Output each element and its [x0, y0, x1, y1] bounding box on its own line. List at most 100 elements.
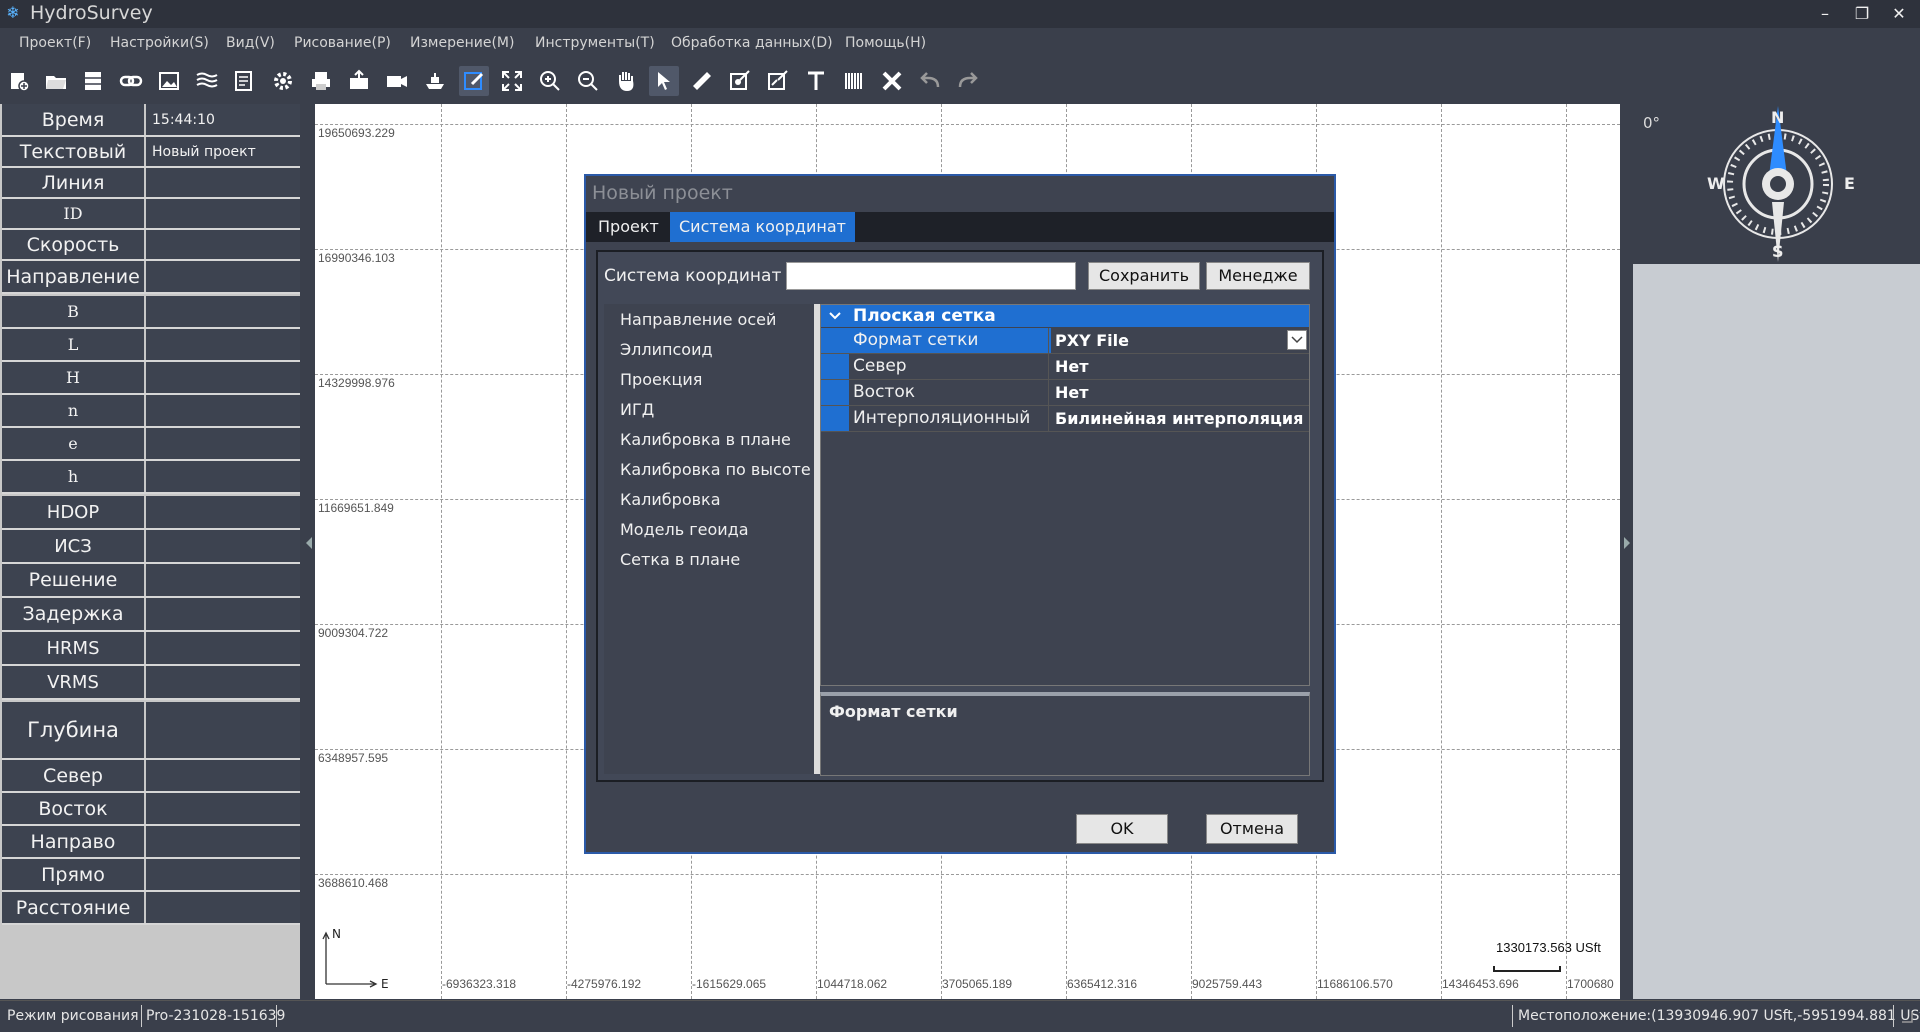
chevron-down-icon [829, 312, 841, 320]
redo-icon[interactable] [953, 66, 983, 96]
menu-bar: Проект(F) Настройки(S) Вид(V) Рисование(… [0, 30, 1920, 58]
compass-panel: 0° N S E W [1633, 104, 1920, 999]
menu-project[interactable]: Проект(F) [19, 35, 91, 51]
edit-lines-icon[interactable] [763, 66, 793, 96]
database-icon[interactable] [78, 66, 108, 96]
resize-grip-icon[interactable] [1898, 1008, 1914, 1024]
property-value[interactable]: Нет [1051, 354, 1309, 379]
chevron-left-icon [306, 537, 312, 549]
delete-icon[interactable] [877, 66, 907, 96]
tree-item-projection[interactable]: Проекция [620, 370, 702, 389]
tree-item-horizontal-calibration[interactable]: Калибровка в плане [620, 430, 791, 449]
menu-help[interactable]: Помощь(H) [845, 35, 926, 51]
property-name: Восток [849, 380, 1049, 405]
property-group-header[interactable]: Плоская сетка [821, 305, 1309, 327]
property-value[interactable]: Билинейная интерполяция [1051, 406, 1309, 431]
info-row-l: L [2, 329, 300, 362]
info-row-north: Север [2, 760, 300, 793]
open-folder-icon[interactable] [41, 66, 71, 96]
info-row-id: ID [2, 199, 300, 230]
new-project-dialog: Новый проект Проект Система координат Си… [584, 174, 1336, 854]
property-value[interactable]: Нет [1051, 380, 1309, 405]
tree-item-datum[interactable]: ИГД [620, 400, 654, 419]
scale-bar [1493, 966, 1561, 972]
tree-item-vertical-calibration[interactable]: Калибровка по высоте [620, 460, 811, 479]
info-row-speed: Скорость [2, 230, 300, 261]
app-title: HydroSurvey [30, 2, 153, 24]
info-row-h-upper: H [2, 362, 300, 395]
tree-item-calibration[interactable]: Калибровка [620, 490, 721, 509]
link-icon[interactable] [116, 66, 146, 96]
axis-north-label: N [332, 927, 341, 941]
tab-coordinate-system[interactable]: Система координат [670, 212, 855, 242]
property-name: Север [849, 354, 1049, 379]
x-axis-label: 3705065.189 [942, 977, 1013, 991]
property-row[interactable]: Север Нет [821, 354, 1309, 380]
coordinate-system-panel: Система координат Сохранить Менедже Напр… [596, 250, 1324, 782]
image-icon[interactable] [154, 66, 184, 96]
menu-settings[interactable]: Настройки(S) [110, 35, 209, 51]
text-icon[interactable] [801, 66, 831, 96]
new-file-icon[interactable] [4, 66, 34, 96]
camera-icon[interactable] [382, 66, 412, 96]
y-axis-label: 16990346.103 [318, 251, 395, 265]
toolbar [0, 60, 1920, 104]
tab-project[interactable]: Проект [590, 212, 667, 242]
manager-button[interactable]: Менедже [1206, 262, 1310, 290]
ok-button[interactable]: OK [1076, 814, 1168, 844]
info-row-depth: Глубина [2, 702, 300, 760]
menu-tools[interactable]: Инструменты(T) [535, 35, 655, 51]
tree-item-ellipsoid[interactable]: Эллипсоид [620, 340, 713, 359]
barcode-icon[interactable] [839, 66, 869, 96]
tree-item-axis-direction[interactable]: Направление осей [620, 310, 776, 329]
x-axis-label: 14346453.696 [1442, 977, 1519, 991]
left-panel-toggle[interactable] [302, 104, 315, 999]
x-axis-label: 9025759.443 [1192, 977, 1263, 991]
x-axis-label: 1700680 [1567, 977, 1614, 991]
status-version: Pro-231028-151639 [146, 1008, 286, 1024]
gear-icon[interactable] [268, 66, 298, 96]
ruler-icon[interactable] [687, 66, 717, 96]
y-axis-label: 14329998.976 [318, 376, 395, 390]
export-icon[interactable] [344, 66, 374, 96]
undo-icon[interactable] [915, 66, 945, 96]
edit-list-icon[interactable] [230, 66, 260, 96]
minimize-button[interactable]: – [1808, 2, 1842, 26]
ship-icon[interactable] [420, 66, 450, 96]
tree-item-plane-grid[interactable]: Сетка в плане [620, 550, 740, 569]
save-button[interactable]: Сохранить [1088, 262, 1200, 290]
coordinate-system-input[interactable] [786, 262, 1076, 290]
info-row-solution: Решение [2, 564, 300, 598]
cancel-button[interactable]: Отмена [1206, 814, 1298, 844]
restore-button[interactable]: ❐ [1845, 2, 1879, 26]
fullscreen-icon[interactable] [497, 66, 527, 96]
info-panel: Время 15:44:10 Текстовый Новый проект Лини… [0, 104, 300, 999]
dropdown-button[interactable] [1287, 330, 1307, 350]
zoom-in-icon[interactable] [535, 66, 565, 96]
menu-draw[interactable]: Рисование(P) [294, 35, 391, 51]
edit-points-icon[interactable] [725, 66, 755, 96]
property-value[interactable]: PXY File [1051, 328, 1309, 353]
menu-data-processing[interactable]: Обработка данных(D) [671, 35, 833, 51]
info-row-forward: Прямо [2, 859, 300, 892]
property-row[interactable]: Формат сетки PXY File [821, 328, 1309, 354]
menu-view[interactable]: Вид(V) [226, 35, 275, 51]
draw-edit-icon[interactable] [459, 66, 489, 96]
pan-hand-icon[interactable] [611, 66, 641, 96]
close-button[interactable]: ✕ [1882, 2, 1916, 26]
pointer-select-icon[interactable] [649, 66, 679, 96]
info-row-right: Направо [2, 826, 300, 859]
info-row-e: e [2, 428, 300, 461]
y-axis-label: 6348957.595 [318, 751, 389, 765]
layers-icon[interactable] [192, 66, 222, 96]
compass-east-label: E [1844, 174, 1855, 193]
right-panel-toggle[interactable] [1620, 104, 1633, 999]
zoom-out-icon[interactable] [573, 66, 603, 96]
property-row[interactable]: Интерполяционный Билинейная интерполяция [821, 406, 1309, 432]
menu-measure[interactable]: Измерение(M) [410, 35, 514, 51]
dialog-tabs: Проект Система координат [586, 212, 1334, 242]
tree-item-geoid-model[interactable]: Модель геоида [620, 520, 749, 539]
info-row-vrms: VRMS [2, 666, 300, 700]
print-icon[interactable] [306, 66, 336, 96]
property-row[interactable]: Восток Нет [821, 380, 1309, 406]
